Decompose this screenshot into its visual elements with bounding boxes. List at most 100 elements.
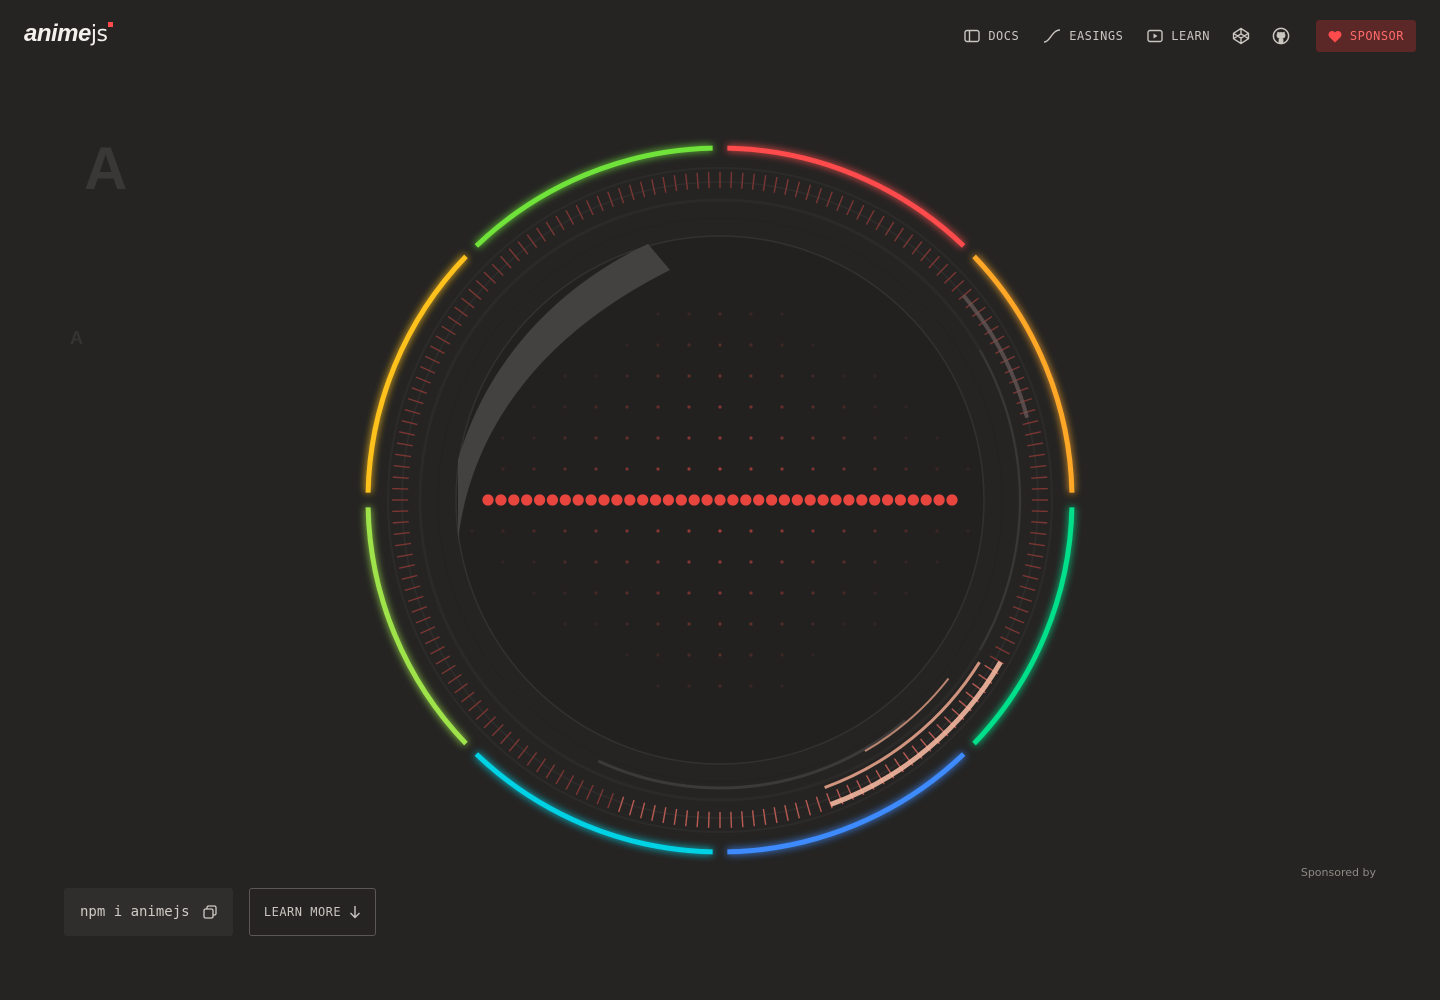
grid-dot xyxy=(811,405,815,409)
grid-dot xyxy=(594,467,598,471)
grid-dot xyxy=(687,653,691,657)
tick-mark xyxy=(662,807,667,824)
grid-dot xyxy=(532,560,536,564)
tick-mark xyxy=(404,408,421,415)
tick-mark xyxy=(415,616,431,624)
grid-dot xyxy=(935,467,939,471)
tick-mark xyxy=(407,397,424,405)
line-dot xyxy=(882,494,894,506)
tick-mark xyxy=(395,542,412,547)
grid-dot xyxy=(904,591,908,595)
line-dot xyxy=(830,494,842,506)
line-dot xyxy=(894,494,907,506)
line-dot xyxy=(637,494,649,506)
tick-mark xyxy=(673,175,678,192)
grid-dot xyxy=(842,529,846,533)
grid-dot xyxy=(656,591,660,595)
grid-dot xyxy=(842,436,846,440)
tick-mark xyxy=(1000,636,1016,645)
tick-mark xyxy=(1030,531,1047,535)
tick-mark xyxy=(424,636,440,645)
grid-dot xyxy=(687,436,691,440)
grid-dot xyxy=(904,467,908,471)
tick-mark xyxy=(651,179,656,195)
grid-dot xyxy=(811,560,815,564)
tick-mark xyxy=(707,172,710,189)
sponsored-by-label: Sponsored by xyxy=(1300,866,1376,879)
grid-dot xyxy=(873,405,877,409)
nav-docs-label: DOCS xyxy=(988,29,1020,43)
learn-more-button[interactable]: LEARN MORE xyxy=(249,888,376,936)
nav-easings[interactable]: EASINGS xyxy=(1043,29,1123,43)
ring-segment xyxy=(972,254,1075,493)
grid-dot xyxy=(625,529,629,533)
grid-dot xyxy=(718,405,722,409)
tick-mark xyxy=(836,195,844,211)
tick-mark xyxy=(430,645,445,655)
tick-mark xyxy=(685,173,689,190)
tick-mark xyxy=(399,564,415,569)
grid-dot xyxy=(594,591,598,595)
line-dot xyxy=(701,494,713,506)
codepen-link[interactable] xyxy=(1232,27,1250,45)
tick-mark xyxy=(1016,595,1033,603)
grid-dot xyxy=(780,467,784,471)
logo-word: anime xyxy=(24,20,91,47)
line-dot xyxy=(534,494,546,506)
tick-mark xyxy=(399,431,415,436)
tick-mark xyxy=(424,355,440,364)
grid-dot xyxy=(625,560,629,564)
grid-dot xyxy=(594,436,598,440)
ring-segment xyxy=(365,254,468,493)
line-dot xyxy=(778,494,790,506)
grid-dot xyxy=(718,622,722,626)
grid-dot xyxy=(780,591,784,595)
nav-learn[interactable]: LEARN xyxy=(1147,29,1210,43)
grid-dot xyxy=(811,529,815,533)
grid-dot xyxy=(718,529,722,533)
grid-dot xyxy=(501,560,505,564)
tick-mark xyxy=(628,799,635,816)
grid-dot xyxy=(687,591,691,595)
grid-dot xyxy=(749,312,753,316)
tick-mark xyxy=(762,175,767,192)
grid-dot xyxy=(718,436,722,440)
nav-docs[interactable]: DOCS xyxy=(964,29,1019,43)
line-dot xyxy=(521,494,533,506)
tick-mark xyxy=(575,780,584,796)
grid-dot xyxy=(749,405,753,409)
npm-install-copy[interactable]: npm i animejs xyxy=(64,888,233,936)
tick-mark xyxy=(995,645,1010,655)
grid-dot xyxy=(563,467,567,471)
tick-mark xyxy=(1028,453,1045,458)
tick-mark xyxy=(673,808,678,825)
line-dot xyxy=(585,494,597,506)
tick-mark xyxy=(696,172,699,189)
github-link[interactable] xyxy=(1272,27,1290,45)
animejs-logo[interactable]: anime js xyxy=(24,20,114,50)
tick-mark xyxy=(773,807,778,824)
grid-dot xyxy=(656,560,660,564)
grid-dot xyxy=(873,529,877,533)
tick-mark xyxy=(607,191,614,208)
tick-mark xyxy=(393,531,410,535)
grid-dot xyxy=(780,436,784,440)
tick-mark xyxy=(751,810,755,827)
line-dot xyxy=(482,494,494,506)
tick-mark xyxy=(1027,553,1044,558)
tick-mark xyxy=(411,606,428,613)
ring-segment xyxy=(727,752,966,855)
grid-dot xyxy=(563,374,567,378)
tick-mark xyxy=(617,187,625,204)
sponsor-button[interactable]: SPONSOR xyxy=(1315,20,1416,52)
line-dot xyxy=(753,494,765,506)
line-dot xyxy=(843,494,855,506)
tick-mark xyxy=(596,789,604,805)
tick-mark xyxy=(396,442,413,447)
line-dot xyxy=(624,494,636,506)
grid-dot xyxy=(625,622,629,626)
grid-dot xyxy=(780,560,784,564)
ring-segment xyxy=(972,507,1075,746)
line-dot xyxy=(572,494,584,506)
tick-mark xyxy=(651,805,656,821)
